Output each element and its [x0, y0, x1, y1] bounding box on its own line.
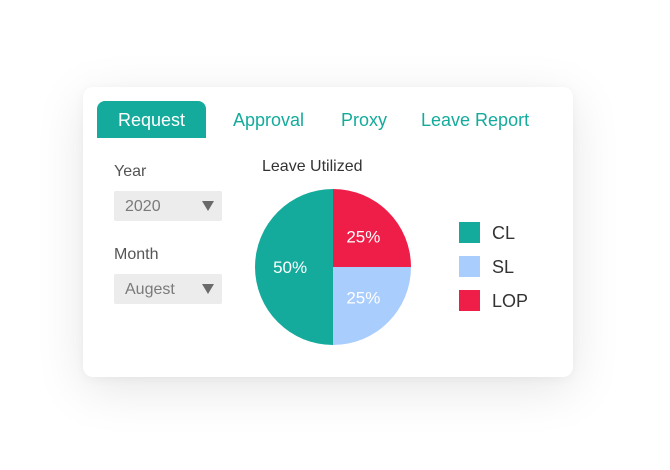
pie-label-lop: 25%: [346, 228, 380, 247]
legend-label: LOP: [492, 291, 529, 311]
tab-leave-report[interactable]: Leave Report: [421, 101, 529, 138]
legend-swatch: [459, 256, 480, 277]
chart-title: Leave Utilized: [262, 158, 363, 175]
legend-swatch: [459, 290, 480, 311]
month-select[interactable]: Augest: [114, 274, 222, 304]
pie-label-cl: 50%: [273, 258, 307, 277]
year-select-value: 2020: [125, 198, 161, 215]
leave-card: Request Approval Proxy Leave Report Year…: [83, 87, 573, 377]
legend-swatch: [459, 222, 480, 243]
caret-down-icon: [202, 284, 214, 294]
year-select[interactable]: 2020: [114, 191, 222, 221]
tab-request[interactable]: Request: [97, 101, 206, 138]
month-select-value: Augest: [125, 281, 175, 298]
month-label: Month: [114, 246, 159, 263]
pie-label-sl: 25%: [346, 288, 380, 307]
year-label: Year: [114, 163, 147, 180]
leave-pie-chart: 25% 25% 50%: [255, 189, 411, 345]
tab-approval[interactable]: Approval: [233, 101, 304, 138]
legend-label: CL: [492, 223, 516, 243]
legend-label: SL: [492, 257, 515, 277]
tab-bar: Request Approval Proxy Leave Report: [97, 101, 567, 138]
tab-proxy[interactable]: Proxy: [341, 101, 387, 138]
caret-down-icon: [202, 201, 214, 211]
